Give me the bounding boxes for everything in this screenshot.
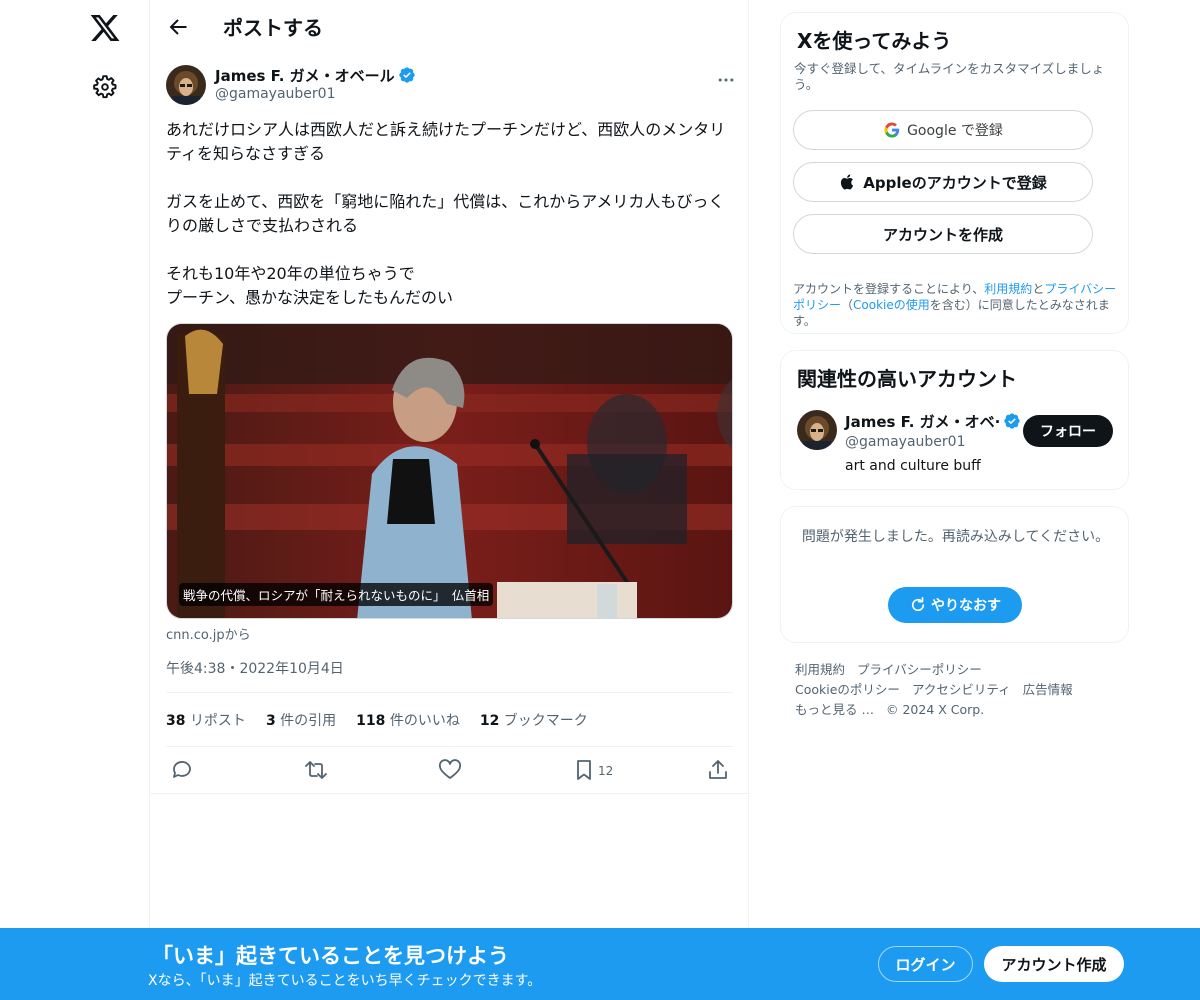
footer-link-ads[interactable]: 広告情報 bbox=[1023, 682, 1073, 697]
tweet-stats: 38 リポスト 3 件の引用 118 件のいいね 12 ブックマーク bbox=[166, 710, 588, 730]
google-signup-label: Google で登録 bbox=[907, 123, 1003, 139]
related-bio: art and culture buff bbox=[845, 458, 981, 474]
tweet-timestamp[interactable]: 午後4:38・2022年10月4日 bbox=[166, 658, 344, 678]
tweet-text: あれだけロシア人は西欧人だと訴え続けたプーチンだけど、西欧人のメンタリティを知ら… bbox=[166, 120, 726, 307]
banner-create-account-button[interactable]: アカウント作成 bbox=[984, 946, 1124, 982]
signup-banner: 「いま」起きていることを見つけよう Xなら、「いま」起きていることをいち早くチェ… bbox=[0, 928, 1200, 1000]
tweet-author: James F. ガメ・オベール @gamayauber01 bbox=[166, 64, 736, 108]
card-image bbox=[167, 324, 732, 618]
author-handle[interactable]: @gamayauber01 bbox=[215, 86, 336, 102]
bookmark-count: 12 bbox=[598, 764, 614, 778]
google-signup-button[interactable]: Google で登録 bbox=[793, 110, 1093, 150]
footer-link-more[interactable]: もっと見る … bbox=[795, 702, 874, 717]
footer-link-accessibility[interactable]: アクセシビリティ bbox=[912, 682, 1011, 697]
author-name-text: James F. ガメ・オベール bbox=[215, 67, 395, 85]
signup-title: Xを使ってみよう bbox=[797, 29, 952, 53]
terms-text-2: と bbox=[1032, 282, 1045, 296]
likes-count: 118 bbox=[356, 713, 386, 729]
footer-link-terms[interactable]: 利用規約 bbox=[795, 662, 845, 677]
top-bar: ポストする bbox=[150, 0, 748, 54]
left-nav bbox=[0, 0, 150, 1000]
signup-panel: Xを使ってみよう 今すぐ登録して、タイムラインをカスタマイズしましょう。 Goo… bbox=[780, 12, 1129, 334]
bookmarks-count: 12 bbox=[479, 713, 500, 729]
cookie-link[interactable]: Cookieの使用 bbox=[853, 298, 930, 312]
likes-label: 件のいいね bbox=[389, 713, 460, 729]
verified-badge-icon bbox=[1004, 413, 1021, 429]
reposts-count: 38 bbox=[166, 713, 186, 729]
verified-badge-icon bbox=[398, 67, 415, 83]
author-name[interactable]: James F. ガメ・オベール bbox=[215, 65, 416, 86]
tweet-actions: 12 bbox=[170, 758, 740, 784]
likes-stat[interactable]: 118 件のいいね bbox=[356, 710, 460, 730]
author-avatar[interactable] bbox=[166, 65, 206, 105]
reply-icon[interactable] bbox=[170, 758, 194, 782]
related-title: 関連性の高いアカウント bbox=[797, 367, 1017, 391]
reposts-stat[interactable]: 38 リポスト bbox=[166, 710, 246, 730]
related-accounts-panel: 関連性の高いアカウント James F. ガメ・オベ· @gamayauber0… bbox=[780, 350, 1129, 490]
more-options-icon[interactable] bbox=[716, 70, 736, 90]
terms-text-3: （ bbox=[841, 298, 854, 312]
footer-link-cookie[interactable]: Cookieのポリシー bbox=[795, 682, 900, 697]
signup-subtitle: 今すぐ登録して、タイムラインをカスタマイズしましょう。 bbox=[794, 61, 1105, 92]
banner-subtitle: Xなら、「いま」起きていることをいち早くチェックできます。 bbox=[148, 973, 542, 989]
footer-links: 利用規約 プライバシーポリシー Cookieのポリシー アクセシビリティ 広告情報 も… bbox=[795, 660, 1115, 720]
create-account-label: アカウントを作成 bbox=[882, 225, 1003, 244]
terms-text-1: アカウントを登録することにより、 bbox=[793, 282, 985, 296]
divider bbox=[166, 746, 733, 747]
retry-button[interactable]: やりなおす bbox=[888, 587, 1022, 623]
back-arrow-icon[interactable] bbox=[166, 15, 190, 39]
apple-icon bbox=[841, 174, 854, 190]
divider bbox=[150, 793, 750, 794]
divider bbox=[166, 692, 733, 693]
apple-signup-label: Appleのアカウントで登録 bbox=[863, 173, 1047, 192]
terms-link[interactable]: 利用規約 bbox=[984, 282, 1032, 296]
related-name-text: James F. ガメ・オベ· bbox=[845, 413, 1001, 431]
error-panel: 問題が発生しました。再読み込みしてください。 やりなおす bbox=[780, 506, 1129, 643]
main-column: ポストする James F. ガメ・オベール @gamayauber01 あれだ… bbox=[149, 0, 750, 1000]
create-account-button[interactable]: アカウントを作成 bbox=[793, 214, 1093, 254]
related-name[interactable]: James F. ガメ・オベ· bbox=[845, 411, 1021, 432]
quotes-stat[interactable]: 3 件の引用 bbox=[266, 710, 336, 730]
signup-terms: アカウントを登録することにより、利用規約とプライバシーポリシー（Cookieの使… bbox=[793, 281, 1123, 329]
refresh-icon bbox=[911, 597, 925, 612]
follow-button[interactable]: フォロー bbox=[1023, 415, 1113, 447]
related-avatar[interactable] bbox=[797, 410, 837, 450]
quotes-count: 3 bbox=[265, 713, 276, 729]
quotes-label: 件の引用 bbox=[280, 713, 337, 729]
share-icon[interactable] bbox=[706, 758, 730, 782]
page-title: ポストする bbox=[223, 16, 323, 40]
link-card[interactable]: 戦争の代償、ロシアが「耐えられないものに」 仏首相 bbox=[166, 323, 733, 619]
bookmark-icon[interactable] bbox=[572, 758, 596, 782]
card-caption: 戦争の代償、ロシアが「耐えられないものに」 仏首相 bbox=[179, 583, 494, 606]
like-heart-icon[interactable] bbox=[438, 758, 462, 782]
repost-icon[interactable] bbox=[304, 758, 328, 782]
banner-title: 「いま」起きていることを見つけよう bbox=[152, 944, 509, 968]
gear-icon[interactable] bbox=[92, 74, 118, 100]
footer-copyright: © 2024 X Corp. bbox=[885, 702, 985, 717]
bookmarks-label: ブックマーク bbox=[503, 713, 588, 729]
apple-signup-button[interactable]: Appleのアカウントで登録 bbox=[793, 162, 1093, 202]
error-message: 問題が発生しました。再読み込みしてください。 bbox=[801, 529, 1110, 545]
reposts-label: リポスト bbox=[189, 713, 246, 729]
related-handle[interactable]: @gamayauber01 bbox=[845, 434, 966, 450]
card-source[interactable]: cnn.co.jpから bbox=[166, 624, 251, 643]
footer-link-privacy[interactable]: プライバシーポリシー bbox=[857, 662, 982, 677]
google-icon bbox=[884, 122, 900, 138]
retry-label: やりなおす bbox=[931, 598, 1001, 614]
bookmarks-stat[interactable]: 12 ブックマーク bbox=[480, 710, 588, 730]
login-button[interactable]: ログイン bbox=[878, 946, 973, 982]
x-logo-icon[interactable] bbox=[89, 12, 121, 44]
